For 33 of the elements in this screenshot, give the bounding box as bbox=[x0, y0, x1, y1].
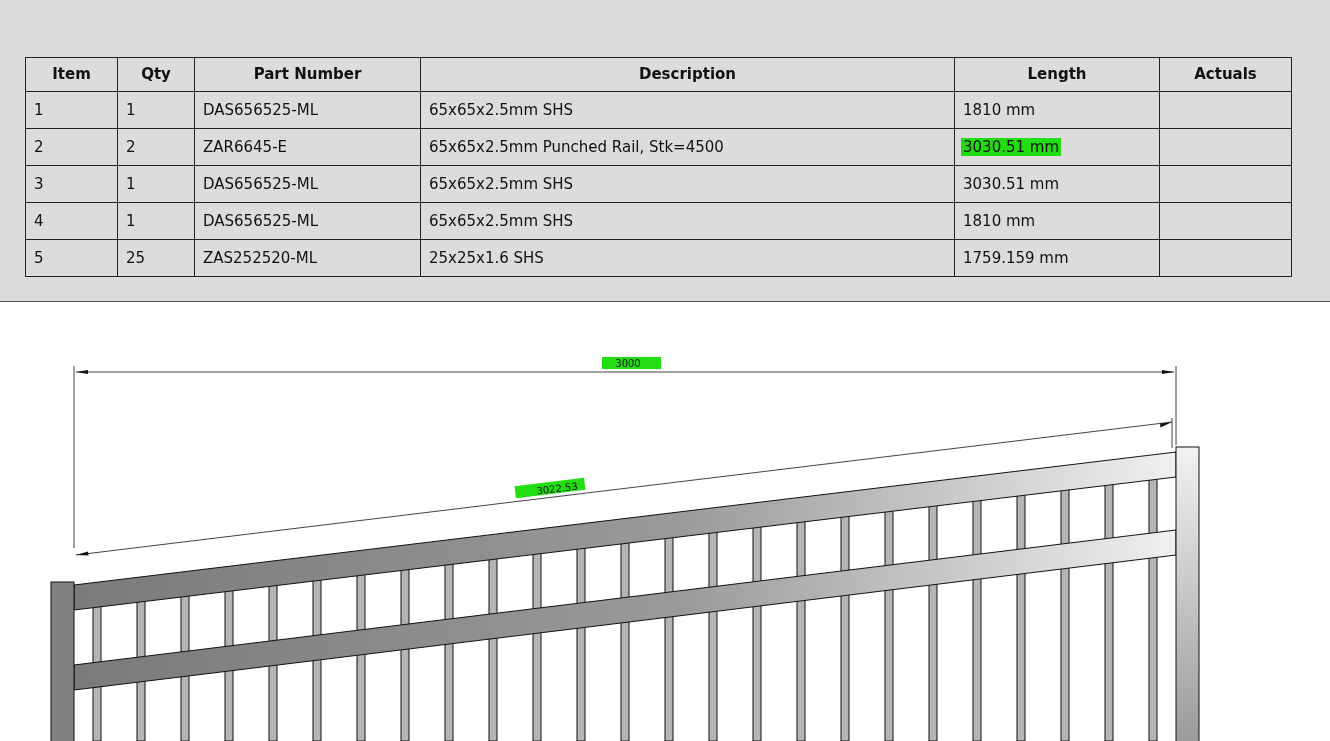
dimension-label: 3000 bbox=[615, 358, 641, 369]
table-cell: 5 bbox=[34, 248, 44, 267]
table-cell: 3030.51 mm bbox=[963, 174, 1060, 193]
table-cell: 1759.159 mm bbox=[963, 248, 1069, 267]
table-cell: 65x65x2.5mm SHS bbox=[429, 211, 574, 230]
column-header: Actuals bbox=[1159, 57, 1292, 92]
column-header: Qty bbox=[117, 57, 195, 92]
table-cell: ZAR6645-E bbox=[203, 137, 288, 156]
table-cell: 1 bbox=[34, 100, 44, 119]
table-cell: 25x25x1.6 SHS bbox=[429, 248, 544, 267]
table-cell: 1 bbox=[126, 100, 136, 119]
table-cell: 2 bbox=[126, 137, 136, 156]
table-cell: 2 bbox=[34, 137, 44, 156]
column-header: Part Number bbox=[194, 57, 421, 92]
table-cell: 3 bbox=[34, 174, 44, 193]
table-cell: 3030.51 mm bbox=[961, 137, 1062, 156]
dimension-label: 3022.53 bbox=[535, 480, 579, 497]
table-cell: DAS656525-ML bbox=[203, 100, 319, 119]
table-cell: 65x65x2.5mm SHS bbox=[429, 174, 574, 193]
table-cell: 4 bbox=[34, 211, 44, 230]
table-cell: 65x65x2.5mm Punched Rail, Stk=4500 bbox=[429, 137, 724, 156]
table-cell: 1 bbox=[126, 174, 136, 193]
table-cell: 1810 mm bbox=[963, 100, 1036, 119]
table-cell: 65x65x2.5mm SHS bbox=[429, 100, 574, 119]
column-header: Description bbox=[420, 57, 955, 92]
column-header: Length bbox=[954, 57, 1160, 92]
table-cell: 1 bbox=[126, 211, 136, 230]
table-cell: ZAS252520-ML bbox=[203, 248, 318, 267]
column-header: Item bbox=[25, 57, 118, 92]
table-cell: 25 bbox=[126, 248, 146, 267]
table-cell: DAS656525-ML bbox=[203, 211, 319, 230]
table-cell: DAS656525-ML bbox=[203, 174, 319, 193]
table-cell: 1810 mm bbox=[963, 211, 1036, 230]
